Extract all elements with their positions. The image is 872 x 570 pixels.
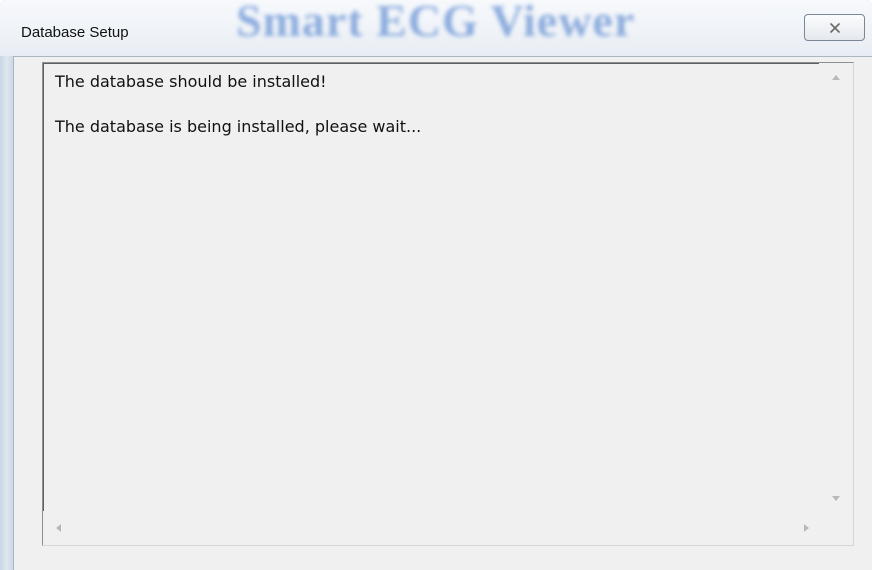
scrollbar-corner	[819, 511, 853, 545]
scroll-down-icon[interactable]	[832, 496, 840, 501]
scroll-right-icon[interactable]	[804, 524, 809, 532]
status-textbox[interactable]: The database should be installed! The da…	[42, 62, 854, 546]
window-title: Database Setup	[21, 24, 129, 41]
window-left-border	[0, 56, 13, 570]
scroll-left-icon[interactable]	[56, 524, 61, 532]
status-line-1: The database should be installed!	[55, 72, 327, 91]
background-app-title: Smart ECG Viewer	[236, 0, 636, 46]
close-button[interactable]	[804, 14, 865, 41]
status-text: The database should be installed! The da…	[55, 71, 813, 161]
scroll-up-icon[interactable]	[832, 75, 840, 80]
close-icon	[829, 22, 841, 34]
title-bar[interactable]: Smart ECG Viewer Database Setup	[0, 0, 872, 60]
vertical-scrollbar[interactable]	[819, 63, 853, 511]
status-line-2: The database is being installed, please …	[55, 117, 422, 136]
horizontal-scrollbar[interactable]	[43, 511, 819, 545]
database-setup-window: Smart ECG Viewer Database Setup The data…	[0, 0, 872, 570]
